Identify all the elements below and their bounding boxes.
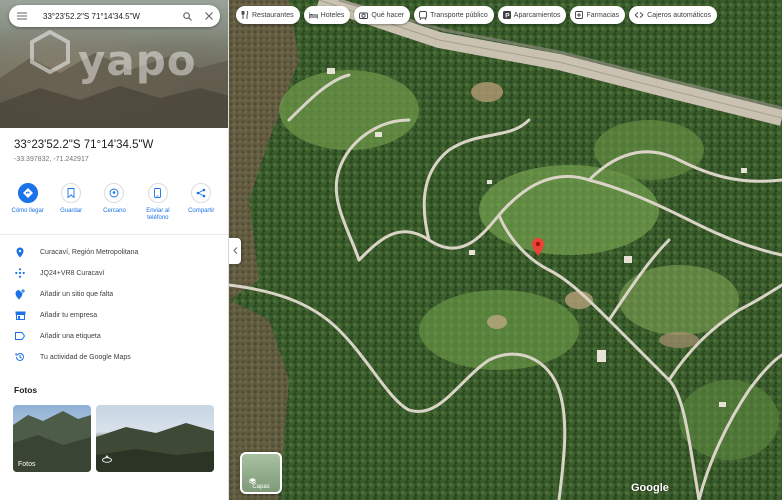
chip-things-to-do[interactable]: Qué hacer	[354, 6, 411, 24]
category-chips: Restaurantes Hoteles Qué hacer Transport…	[236, 6, 717, 24]
place-title: 33°23'52.2"S 71°14'34.5"W	[14, 139, 154, 151]
collapse-panel-button[interactable]	[229, 238, 241, 264]
search-input[interactable]: 33°23'52.2"S 71°14'34.5"W	[35, 12, 176, 21]
satellite-map[interactable]	[229, 0, 782, 500]
photo-thumbnail-360[interactable]	[96, 405, 214, 472]
send-to-phone-button[interactable]: Enviar al teléfono	[139, 183, 177, 233]
layers-label: Capas	[252, 484, 270, 490]
detail-add-label[interactable]: Añadir una etiqueta	[0, 327, 228, 345]
phone-icon	[147, 183, 168, 203]
chip-public-transit[interactable]: Transporte público	[414, 6, 494, 24]
share-icon	[191, 183, 212, 203]
share-label: Compartir	[188, 208, 215, 214]
detail-address[interactable]: Curacaví, Región Metropolitana	[0, 243, 228, 261]
menu-icon[interactable]	[9, 5, 35, 27]
chip-pharmacies[interactable]: Farmacias	[570, 6, 626, 24]
pharmacy-icon	[575, 11, 584, 19]
search-box[interactable]: 33°23'52.2"S 71°14'34.5"W	[9, 5, 220, 27]
atm-icon	[634, 12, 644, 18]
yapo-watermark: yapo	[78, 36, 197, 85]
photos-heading: Fotos	[14, 385, 38, 395]
nearby-button[interactable]: Cercano	[95, 183, 133, 233]
history-icon	[0, 352, 40, 362]
divider	[0, 234, 228, 235]
label-icon	[0, 332, 40, 340]
save-button[interactable]: Guardar	[52, 183, 90, 233]
camera-icon	[359, 11, 369, 19]
detail-add-business[interactable]: Añadir tu empresa	[0, 306, 228, 324]
chip-atms[interactable]: Cajeros automáticos	[629, 6, 717, 24]
close-icon[interactable]	[198, 5, 220, 27]
search-icon[interactable]	[176, 5, 198, 27]
hotel-icon	[308, 11, 318, 19]
google-logo: Google	[631, 482, 669, 494]
bookmark-icon	[61, 183, 82, 203]
location-pin-icon	[0, 247, 40, 258]
plus-code-icon	[0, 268, 40, 278]
chevron-left-icon	[232, 246, 238, 256]
chip-parking[interactable]: P Aparcamientos	[497, 6, 567, 24]
share-button[interactable]: Compartir	[182, 183, 220, 233]
detail-plus-code[interactable]: JQ24+VR8 Curacaví	[0, 264, 228, 282]
landscape-photo	[96, 423, 214, 472]
place-details-list: Curacaví, Región Metropolitana JQ24+VR8 …	[0, 243, 228, 369]
save-label: Guardar	[60, 208, 83, 214]
location-pin-marker[interactable]	[532, 238, 544, 261]
chip-hotels[interactable]: Hoteles	[303, 6, 351, 24]
action-buttons: Cómo llegar Guardar Cercano Enviar al te…	[0, 183, 228, 233]
directions-icon	[17, 183, 38, 203]
restaurant-icon	[241, 11, 249, 19]
send-to-phone-label: Enviar al teléfono	[146, 208, 170, 221]
detail-maps-activity[interactable]: Tu actividad de Google Maps	[0, 348, 228, 366]
photos-label: Fotos	[18, 461, 36, 468]
directions-label: Cómo llegar	[11, 208, 44, 214]
directions-button[interactable]: Cómo llegar	[9, 183, 47, 233]
satellite-imagery	[229, 0, 782, 500]
photo-thumbnail-photos[interactable]: Fotos	[13, 405, 91, 472]
place-panel: yapo 33°23'52.2"S 71°14'34.5"W 33°23'52.…	[0, 0, 229, 500]
parking-icon: P	[502, 11, 511, 20]
svg-text:P: P	[505, 13, 510, 20]
detail-add-missing-place[interactable]: Añadir un sitio que falta	[0, 285, 228, 303]
layers-button[interactable]: Capas	[240, 452, 282, 494]
yapo-logo-icon	[30, 29, 70, 75]
add-place-icon	[0, 288, 40, 300]
business-icon	[0, 311, 40, 320]
nearby-icon	[104, 183, 125, 203]
nearby-label: Cercano	[103, 208, 126, 214]
transit-icon	[419, 10, 428, 20]
street-view-360-icon	[102, 450, 112, 468]
decimal-coordinates: -33.397832, -71.242917	[14, 156, 89, 163]
chip-restaurants[interactable]: Restaurantes	[236, 6, 300, 24]
